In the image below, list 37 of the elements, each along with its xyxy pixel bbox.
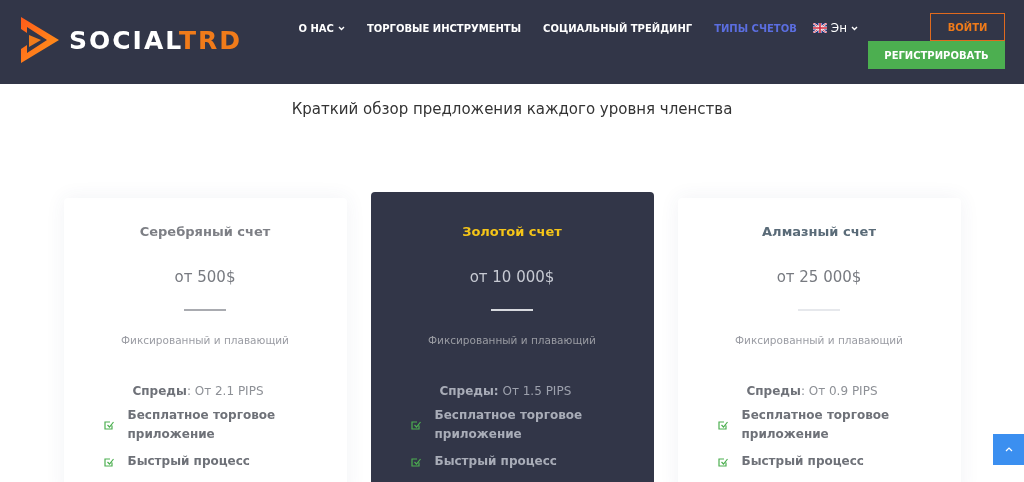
feature-text: Быстрый процесс [434, 453, 558, 470]
checkbox-icon [717, 456, 728, 467]
checkbox-icon [103, 420, 114, 430]
checkbox-icon [717, 420, 728, 430]
nav-link[interactable]: СОЦИАЛЬНЫЙ ТРЕЙДИНГ [543, 13, 693, 43]
plan-price: от 25 000$ [776, 268, 862, 286]
feature-text: Бесплатное торговое приложение [741, 407, 891, 443]
login-button[interactable]: ВОЙТИ [930, 13, 1005, 41]
section-heading: Краткий обзор предложения каждого уровня членства [290, 100, 734, 118]
spreads-text: Спреды: От 0.9 PIPS [746, 384, 879, 398]
feature-text: Быстрый процесс [741, 453, 865, 470]
checkbox-icon [103, 456, 114, 467]
plan-title: Золотой счет [462, 224, 562, 239]
nav-link[interactable]: ТОРГОВЫЕ ИНСТРУМЕНТЫ [366, 13, 522, 43]
chevron-up-icon [1004, 447, 1013, 452]
nav-link[interactable]: О НАС [298, 13, 345, 43]
spread-type: Фиксированный и плавающий [735, 334, 903, 346]
caret-icon [337, 25, 345, 31]
plan-price: от 10 000$ [469, 268, 555, 286]
scroll-top-button[interactable] [993, 434, 1024, 465]
feature-text: Быстрый процесс [127, 453, 251, 470]
checkbox-icon [410, 456, 421, 467]
spreads-text: Спреды: От 1.5 PIPS [439, 384, 573, 398]
checkbox-icon [410, 420, 421, 430]
spread-type: Фиксированный и плавающий [428, 334, 596, 346]
language-selector[interactable]: Эн [812, 21, 858, 35]
plan-price: от 500$ [174, 268, 236, 286]
plan-title: Серебряный счет [139, 224, 271, 239]
logo-text: SOCIALTRD [69, 25, 243, 55]
spread-type: Фиксированный и плавающий [121, 334, 289, 346]
feature-text: Бесплатное торговое приложение [127, 407, 277, 443]
plan-title: Алмазный счет [762, 224, 876, 239]
logo-icon [19, 15, 61, 65]
caret-icon [851, 25, 858, 31]
feature-text: Бесплатное торговое приложение [434, 407, 584, 443]
flag-icon [812, 23, 827, 33]
spreads-text: Спреды: От 2.1 PIPS [132, 384, 265, 398]
